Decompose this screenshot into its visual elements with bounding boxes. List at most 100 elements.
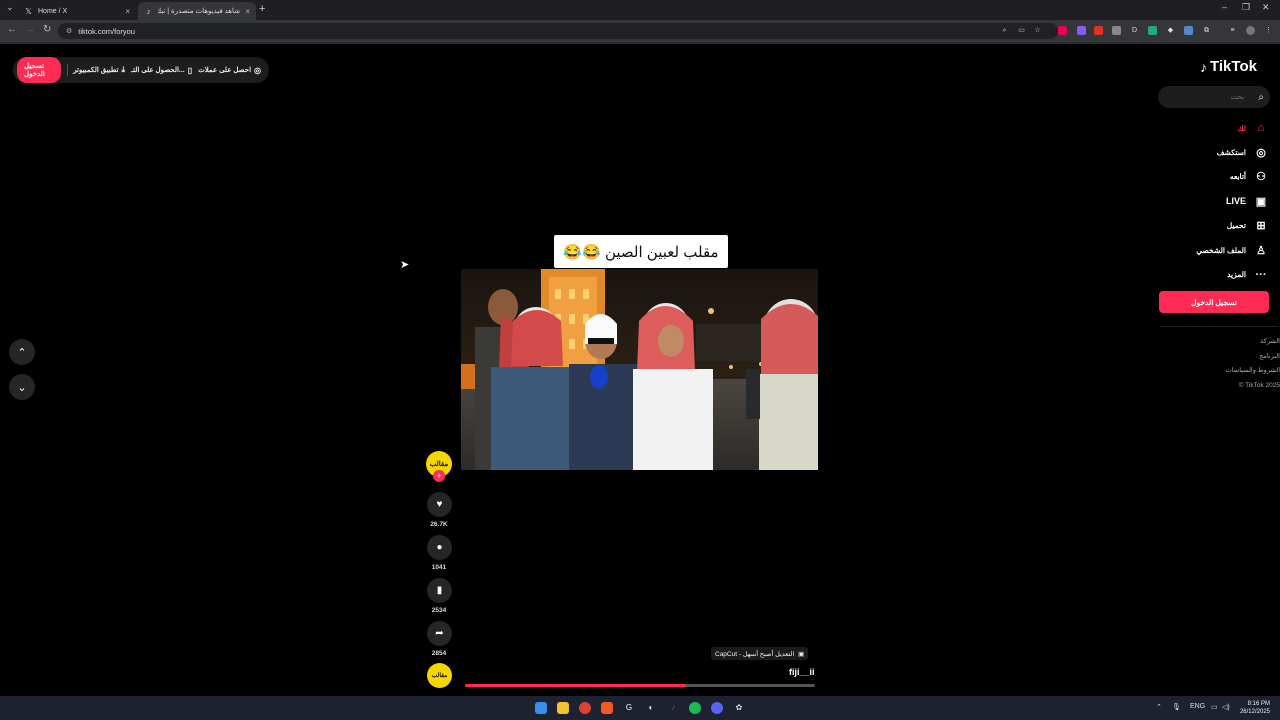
video-progress-bar[interactable] [465, 684, 815, 687]
url-text: tiktok.com/foryou [78, 26, 135, 36]
get-app-link[interactable]: الحصول على التـ... ▯ [131, 66, 192, 75]
menu-lines-icon[interactable]: ≡ [1228, 26, 1237, 35]
language-indicator[interactable]: ENG [1190, 703, 1205, 710]
effect-tag[interactable]: CapCut - التعديل أصبح أسهل ▣ [711, 647, 809, 660]
chrome-icon[interactable] [579, 702, 591, 714]
sidebar-item-foryou[interactable]: لك ⌂ [1158, 116, 1268, 140]
divider [1160, 326, 1278, 327]
extension-icon[interactable]: ◆ [1166, 26, 1175, 35]
like-button[interactable]: ♥ [427, 492, 452, 517]
top-action-bar: تسجيل الدخول تطبيق الكمبيوتر ⤓ الحصول عل… [13, 57, 269, 83]
microphone-icon[interactable]: 🎙 [1172, 703, 1181, 711]
discord-icon[interactable] [711, 702, 723, 714]
volume-icon[interactable]: ◁) [1222, 703, 1230, 711]
clock-time: 8:16 PM [1247, 701, 1270, 707]
minimize-icon[interactable]: – [1222, 2, 1227, 12]
sidebar-item-label: لك [1237, 123, 1246, 133]
extension-icon[interactable] [1077, 26, 1086, 35]
tiktok-logo-icon: ♪ [146, 6, 151, 16]
chevron-up-icon: ⌃ [17, 346, 27, 359]
system-clock[interactable]: 8:16 PM 26/12/2025 [1240, 700, 1270, 716]
app-icon[interactable]: ♪ [667, 702, 679, 714]
site-info-icon[interactable]: ⚙ [66, 27, 72, 35]
extension-icon[interactable] [1148, 26, 1157, 35]
download-icon: ⤓ [121, 65, 126, 74]
sidebar-item-label: LIVE [1225, 196, 1246, 207]
comment-button[interactable]: ● [427, 535, 452, 560]
compass-icon: ◎ [1256, 147, 1266, 160]
brave-icon[interactable] [601, 702, 613, 714]
tab-search-icon[interactable]: ⌄ [6, 2, 14, 13]
sound-disc[interactable]: مقالب [427, 663, 452, 688]
next-video-button[interactable]: ⌄ [9, 374, 35, 400]
extension-icon[interactable] [1094, 26, 1103, 35]
close-window-icon[interactable]: ✕ [1262, 2, 1270, 13]
extension-icon[interactable] [1112, 26, 1121, 35]
follow-plus-icon[interactable]: + [433, 470, 445, 482]
video-progress-fill [465, 684, 686, 687]
get-app-label: الحصول على التـ... [131, 67, 185, 74]
tab-title: شاهد فيديوهات متصدرة | ﺗﻴﻚ [158, 8, 240, 15]
tiktok-note-icon: ♪ [1200, 58, 1207, 75]
sidebar-item-more[interactable]: المزيد ··· [1158, 262, 1268, 286]
sidebar-item-explore[interactable]: استكشف ◎ [1158, 140, 1268, 164]
tab-x-home[interactable]: 𝕏 Home / X × [18, 2, 136, 20]
reload-icon[interactable]: ↻ [43, 24, 51, 35]
like-count: 26.7K [430, 521, 448, 528]
desktop-app-link[interactable]: تطبيق الكمبيوتر ⤓ [73, 65, 125, 75]
search-icon[interactable]: ⌕ [1258, 92, 1264, 103]
clock-date: 26/12/2025 [1239, 709, 1270, 715]
forward-icon[interactable]: → [25, 24, 35, 35]
previous-video-button[interactable]: ⌃ [9, 339, 35, 365]
tray-chevron-up-icon[interactable]: ⌃ [1156, 703, 1162, 711]
extensions-puzzle-icon[interactable]: ⧉ [1202, 26, 1211, 35]
new-tab-icon[interactable]: + [259, 3, 265, 15]
browser-tabstrip: ⌄ 𝕏 Home / X × ♪ شاهد فيديوهات متصدرة | … [0, 0, 1280, 20]
close-icon[interactable]: × [125, 7, 130, 16]
cast-icon[interactable]: ▭ [1017, 26, 1026, 35]
sidebar-item-profile[interactable]: الملف الشخصي ♙ [1158, 238, 1268, 262]
logo-text: TikTok [1210, 58, 1257, 75]
sidebar-login-button[interactable]: تسجيل الدخول [1159, 291, 1269, 313]
sidebar-footer: الشركة البرنامج الشروط والسياسات © TikTo… [1226, 335, 1280, 393]
extension-icon[interactable] [1058, 26, 1067, 35]
search-bar[interactable]: ⌕ [1158, 86, 1270, 108]
file-explorer-icon[interactable] [557, 702, 569, 714]
address-bar[interactable]: ⚙ tiktok.com/foryou [58, 23, 1058, 39]
share-arrow-icon: ➦ [435, 628, 444, 639]
windows-start-icon[interactable] [535, 702, 547, 714]
share-button[interactable]: ➦ [427, 621, 452, 646]
app-icon[interactable]: ◐ [645, 702, 657, 714]
tiktok-logo[interactable]: ♪ TikTok [1200, 58, 1257, 75]
restore-icon[interactable]: ❐ [1242, 2, 1250, 13]
login-button[interactable]: تسجيل الدخول [17, 57, 61, 83]
footer-link-company[interactable]: الشركة [1226, 335, 1280, 350]
avatar[interactable] [1246, 26, 1255, 35]
sidebar-item-following[interactable]: أتابعه ⚇ [1158, 165, 1268, 189]
app-icon[interactable]: G [623, 702, 635, 714]
author-name[interactable]: fiji__ii [789, 667, 815, 677]
zoom-icon[interactable]: ⌕ [1000, 26, 1009, 35]
spotify-icon[interactable] [689, 702, 701, 714]
footer-copyright: © TikTok 2025 [1238, 381, 1280, 389]
video-player[interactable] [461, 269, 818, 470]
extension-icon[interactable]: D [1130, 26, 1139, 35]
footer-link-program[interactable]: البرنامج [1226, 350, 1280, 365]
sidebar-item-upload[interactable]: تحميل ⊞ [1158, 214, 1268, 238]
search-input[interactable] [1164, 93, 1244, 101]
kebab-menu-icon[interactable]: ⋮ [1264, 26, 1273, 35]
save-button[interactable]: ▮ [427, 578, 452, 603]
get-coins-link[interactable]: احصل على عملات ◎ [198, 66, 261, 75]
footer-link-terms[interactable]: الشروط والسياسات [1226, 364, 1280, 379]
sidebar-item-label: المزيد [1227, 270, 1246, 280]
network-icon[interactable]: ▭ [1211, 703, 1218, 711]
tab-tiktok[interactable]: ♪ شاهد فيديوهات متصدرة | ﺗﻴﻚ × [138, 2, 256, 20]
back-icon[interactable]: ← [7, 24, 17, 35]
sidebar-item-live[interactable]: LIVE ▣ [1158, 189, 1268, 213]
app-icon[interactable]: ✿ [733, 702, 745, 714]
phone-icon: ▯ [187, 65, 193, 75]
close-icon[interactable]: × [245, 7, 250, 16]
bookmark-star-icon[interactable]: ☆ [1033, 26, 1042, 35]
extension-icon[interactable] [1184, 26, 1193, 35]
sidebar-item-label: أتابعه [1229, 172, 1246, 182]
